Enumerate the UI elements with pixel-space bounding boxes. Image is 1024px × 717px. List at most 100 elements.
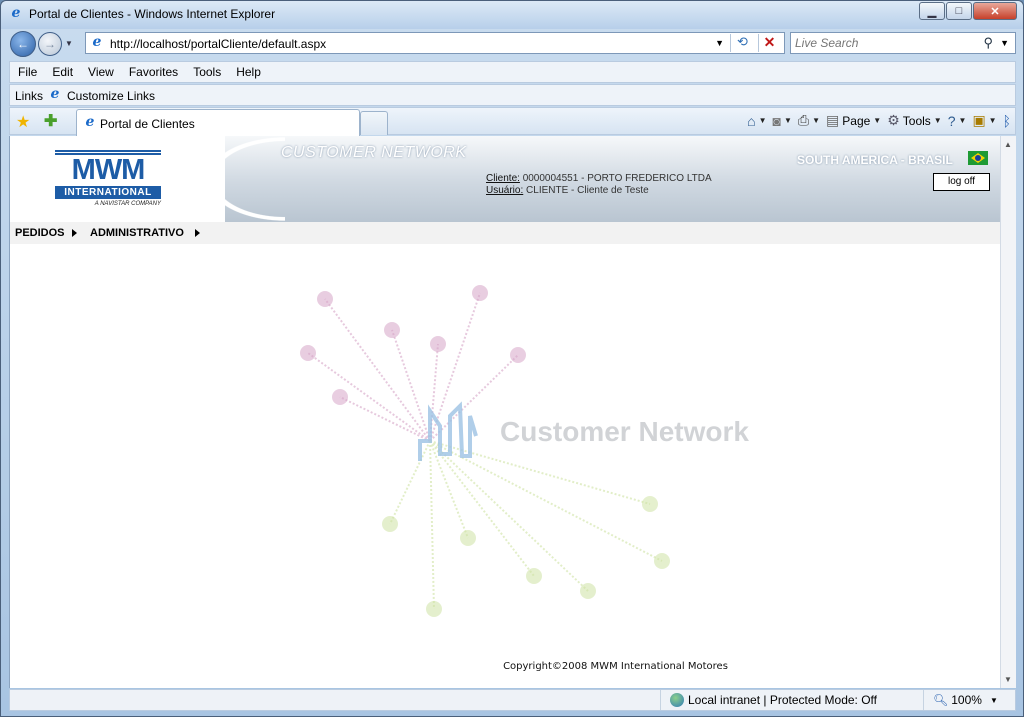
scroll-down-icon[interactable]: ▼ xyxy=(1004,675,1012,684)
new-tab-button[interactable] xyxy=(360,111,388,135)
help-button[interactable]: ? ▼ xyxy=(948,113,967,129)
feeds-button[interactable]: ◙ ▼ xyxy=(773,113,792,129)
mwm-logo[interactable]: MWM INTERNATIONAL A NAVISTAR COMPANY xyxy=(55,150,161,207)
search-box[interactable]: ⚲ ▼ xyxy=(790,32,1016,54)
research-icon: ▣ xyxy=(972,112,986,128)
bluetooth-button[interactable]: ᛒ xyxy=(1003,113,1011,129)
menu-view[interactable]: View xyxy=(80,62,121,79)
stop-icon[interactable]: ✕ xyxy=(758,34,780,52)
cliente-value: 0000004551 - PORTO FREDERICO LTDA xyxy=(522,173,712,184)
usuario-label: Usuário: xyxy=(486,185,524,196)
links-bar: Links e Customize Links xyxy=(9,84,1016,106)
page-viewport: MWM INTERNATIONAL A NAVISTAR COMPANY CUS… xyxy=(9,136,1000,688)
page-icon: ▤ xyxy=(826,112,840,128)
gear-icon: ⚙ xyxy=(887,112,900,128)
chevron-down-icon: ▼ xyxy=(758,116,767,125)
chevron-down-icon: ▼ xyxy=(783,116,792,125)
help-icon: ? xyxy=(947,112,956,129)
home-icon: ⌂ xyxy=(747,112,756,129)
add-favorites-icon[interactable]: ✚ xyxy=(44,111,57,131)
tab-page-icon: e xyxy=(85,114,95,130)
logo-subtitle: INTERNATIONAL xyxy=(55,186,161,199)
logo-brand: MWM xyxy=(71,154,146,186)
menu-pedidos[interactable]: PEDIDOS xyxy=(15,227,65,239)
cliente-label: Cliente: xyxy=(486,173,520,184)
vertical-scrollbar[interactable]: ▲ ▼ xyxy=(1000,136,1016,688)
menu-edit[interactable]: Edit xyxy=(44,62,80,79)
usuario-value: CLIENTE - Cliente de Teste xyxy=(526,185,649,196)
region-label: SOUTH AMERICA - BRASIL xyxy=(797,153,953,167)
client-info: Cliente: 0000004551 - PORTO FREDERICO LT… xyxy=(486,173,712,197)
tools-menu-button[interactable]: ⚙ Tools ▼ xyxy=(887,112,942,129)
logoff-button[interactable]: log off xyxy=(933,173,990,191)
administrativo-arrow-icon xyxy=(195,229,200,237)
browser-window: e Portal de Clientes - Windows Internet … xyxy=(0,0,1024,717)
search-options-dropdown-icon[interactable]: ▼ xyxy=(1000,38,1009,48)
status-divider xyxy=(923,690,924,710)
pedidos-arrow-icon xyxy=(72,229,77,237)
customize-links-link[interactable]: Customize Links xyxy=(67,89,155,103)
zoom-control[interactable]: 🔍︎ 100% xyxy=(933,693,982,707)
tab-label: Portal de Clientes xyxy=(100,117,195,131)
chevron-down-icon: ▼ xyxy=(988,116,997,125)
command-bar: ⌂ ▼ ◙ ▼ ⎙ ▼ ▤ Page ▼ ⚙ Tools ▼ ? ▼ ▣ ▼ ᛒ xyxy=(747,112,1011,129)
address-bar[interactable]: e http://localhost/portalCliente/default… xyxy=(85,32,785,54)
print-button[interactable]: ⎙ ▼ xyxy=(798,112,820,129)
page-menu-label: Page xyxy=(842,113,871,128)
site-header: MWM INTERNATIONAL A NAVISTAR COMPANY CUS… xyxy=(10,136,1000,222)
favorites-center-icon[interactable]: ★ xyxy=(16,112,30,132)
close-button[interactable]: ✕ xyxy=(973,2,1017,20)
logo-tagline: A NAVISTAR COMPANY xyxy=(94,201,161,207)
customer-network-watermark: Customer Network xyxy=(300,285,749,617)
security-zone[interactable]: Local intranet | Protected Mode: Off xyxy=(670,693,877,707)
printer-icon: ⎙ xyxy=(797,112,810,128)
menu-bar: File Edit View Favorites Tools Help xyxy=(9,61,1016,83)
tab-bar: ★ ✚ e Portal de Clientes ⌂ ▼ ◙ ▼ ⎙ ▼ ▤ Page ▼… xyxy=(9,107,1016,136)
research-button[interactable]: ▣ ▼ xyxy=(972,112,996,129)
chevron-down-icon: ▼ xyxy=(933,116,942,125)
tools-menu-label: Tools xyxy=(902,113,931,128)
chevron-down-icon: ▼ xyxy=(812,116,821,125)
footer-copyright: Copyright©2008 MWM International Motores xyxy=(503,661,728,672)
links-label[interactable]: Links xyxy=(15,89,43,103)
bluetooth-icon: ᛒ xyxy=(1002,112,1011,129)
header-title: CUSTOMER NETWORK xyxy=(281,144,467,161)
zoom-dropdown-icon[interactable]: ▼ xyxy=(990,696,998,705)
header-swoosh xyxy=(205,136,285,222)
rss-icon: ◙ xyxy=(772,112,781,129)
status-divider xyxy=(660,690,661,710)
refresh-icon[interactable]: ⟲ xyxy=(730,34,754,52)
security-zone-label: Local intranet | Protected Mode: Off xyxy=(688,693,877,707)
status-bar: Local intranet | Protected Mode: Off 🔍︎ … xyxy=(9,689,1016,711)
zoom-level: 100% xyxy=(951,693,982,707)
address-url[interactable]: http://localhost/portalCliente/default.a… xyxy=(110,37,326,51)
navigation-row: ← → ▼ e http://localhost/portalCliente/d… xyxy=(1,29,1023,59)
app-menu: PEDIDOS ADMINISTRATIVO xyxy=(10,222,1000,244)
window-title: Portal de Clientes - Windows Internet Ex… xyxy=(29,7,276,21)
search-icon[interactable]: ⚲ xyxy=(983,35,993,51)
tab-portal-de-clientes[interactable]: e Portal de Clientes xyxy=(76,109,360,136)
address-dropdown-icon[interactable]: ▼ xyxy=(715,38,724,48)
maximize-button[interactable]: □ xyxy=(946,2,972,20)
recent-pages-dropdown-icon[interactable]: ▼ xyxy=(65,39,73,48)
page-icon: e xyxy=(92,34,102,50)
scroll-up-icon[interactable]: ▲ xyxy=(1004,140,1012,149)
intranet-globe-icon xyxy=(670,693,684,707)
menu-administrativo[interactable]: ADMINISTRATIVO xyxy=(90,227,184,239)
menu-tools[interactable]: Tools xyxy=(185,62,228,79)
watermark-text: Customer Network xyxy=(500,416,749,447)
brazil-flag-icon xyxy=(968,151,988,165)
menu-help[interactable]: Help xyxy=(228,62,268,79)
menu-file[interactable]: File xyxy=(10,62,44,79)
minimize-button[interactable]: ▁ xyxy=(919,2,945,20)
forward-button[interactable]: → xyxy=(38,32,62,56)
back-button[interactable]: ← xyxy=(10,31,36,57)
page-menu-button[interactable]: ▤ Page ▼ xyxy=(826,112,881,129)
link-page-icon: e xyxy=(50,86,60,102)
search-input[interactable] xyxy=(795,36,975,50)
ie-icon: e xyxy=(11,5,21,21)
menu-favorites[interactable]: Favorites xyxy=(121,62,185,79)
home-button[interactable]: ⌂ ▼ xyxy=(747,113,766,129)
chevron-down-icon: ▼ xyxy=(958,116,967,125)
zoom-icon: 🔍︎ xyxy=(933,693,949,707)
